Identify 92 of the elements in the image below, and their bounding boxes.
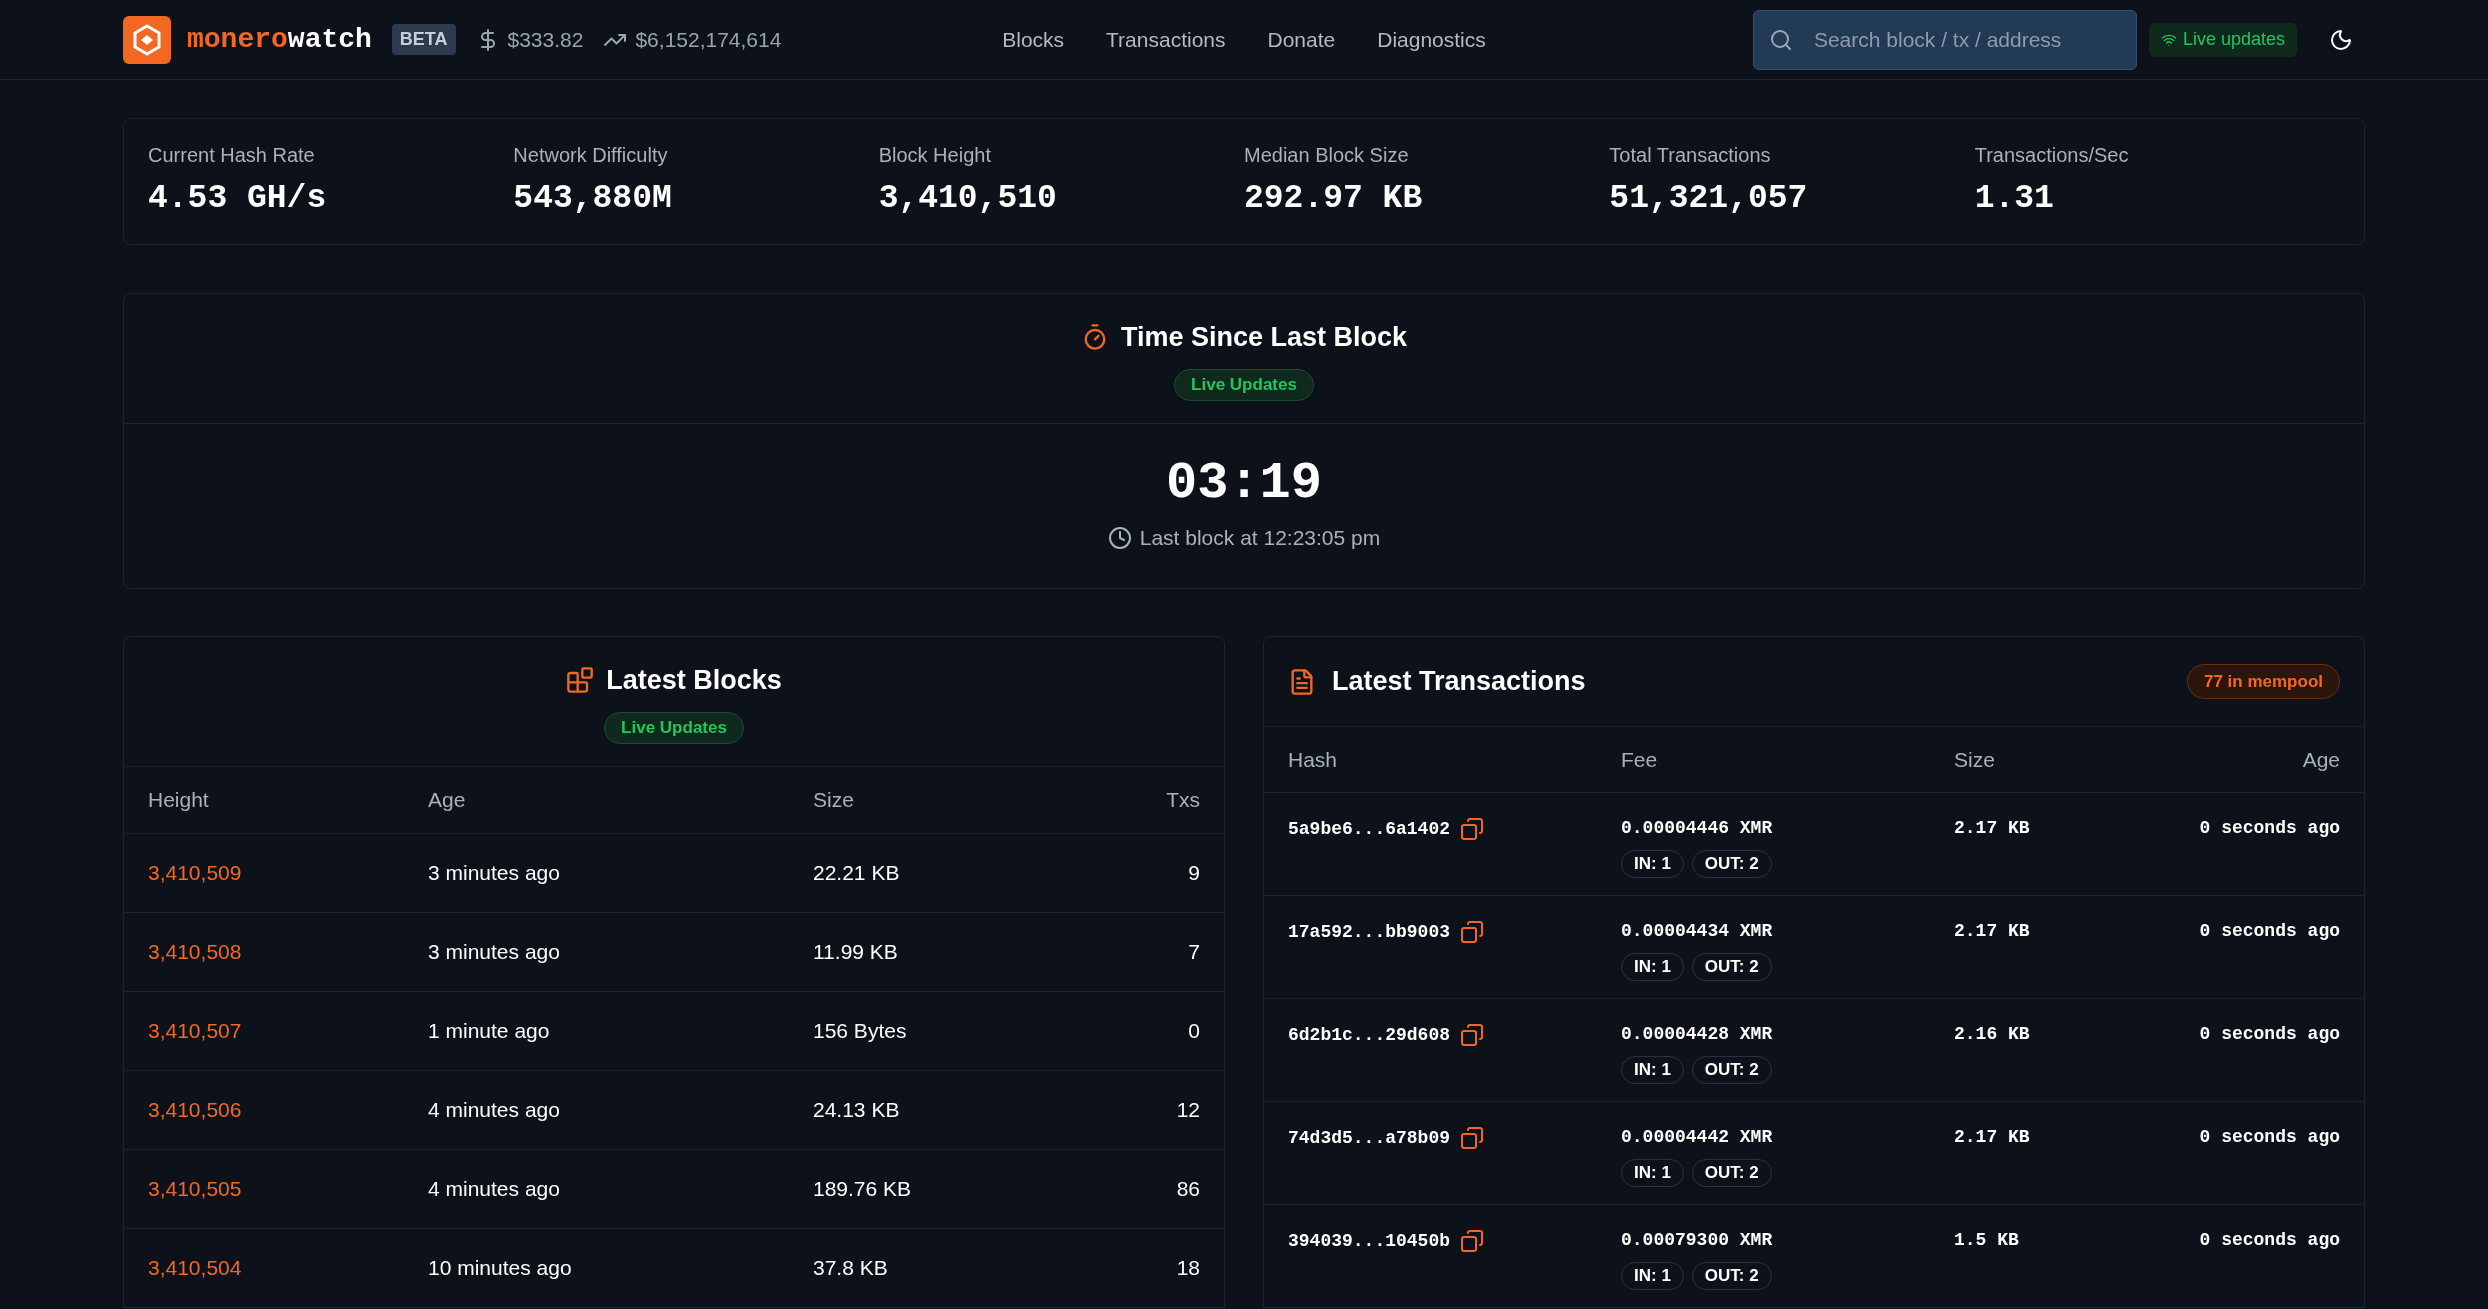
stat-value: 1.31 [1974, 178, 2055, 219]
table-cell-text: 2.17 KB [1954, 1126, 2031, 1149]
market-cap-text: $6,152,174,614 [635, 26, 782, 53]
stat-value: 51,321,057 [1609, 178, 1809, 219]
nav-link[interactable]: Diagnostics [1377, 23, 1486, 56]
table-cell-text: 7 [1188, 939, 1200, 966]
section-title: Latest Transactions [1332, 665, 1586, 699]
nav-link[interactable]: Transactions [1106, 23, 1226, 56]
stat-value: 4.53 GH/s [148, 178, 328, 219]
table-cell-text: 86 [1176, 1176, 1200, 1203]
table-cell-text: 9 [1188, 860, 1200, 887]
fee-value: 0.00004428 XMR [1621, 1023, 1773, 1046]
copy-icon [1460, 817, 1485, 841]
table-cell-text: 0 seconds ago [2198, 920, 2340, 943]
live-updates-badge: Live Updates [604, 712, 744, 744]
stat-value: 543,880M [513, 178, 673, 219]
table-cell-text: 24.13 KB [813, 1097, 900, 1124]
column-header: Height [148, 787, 210, 814]
transaction-hash[interactable]: 74d3d5...a78b09 [1288, 1124, 1451, 1152]
transaction-hash[interactable]: 394039...10450b [1288, 1227, 1451, 1255]
table-cell-text: 12 [1176, 1097, 1200, 1124]
fee-value: 0.00079300 XMR [1621, 1229, 1773, 1252]
table-cell-text: 3 minutes ago [428, 939, 560, 966]
stat-label: Transactions/Sec [1974, 142, 2130, 168]
fee-value: 0.00004446 XMR [1621, 817, 1773, 840]
live-updates-badge: Live updates [2148, 22, 2297, 57]
transaction-hash[interactable]: 6d2b1c...29d608 [1288, 1021, 1451, 1049]
copy-icon [1460, 1229, 1485, 1253]
table-cell-text: 189.76 KB [813, 1176, 912, 1203]
stat-label: Median Block Size [1244, 142, 1410, 168]
table-cell-text: 0 seconds ago [2198, 817, 2340, 840]
table-cell-text: 10 minutes ago [428, 1255, 572, 1282]
block-height-link[interactable]: 3,410,508 [148, 936, 242, 968]
column-header: Fee [1621, 746, 1659, 773]
search-icon [1768, 27, 1793, 52]
table-cell-text: 37.8 KB [813, 1255, 888, 1282]
block-height-link[interactable]: 3,410,504 [148, 1252, 242, 1284]
elapsed-timer: 03:19 [1166, 458, 1322, 511]
table-cell-text: 2.17 KB [1954, 817, 2031, 840]
column-header: Size [1954, 746, 1996, 773]
block-height-link[interactable]: 3,410,509 [148, 857, 242, 889]
mempool-badge: 77 in mempool [2186, 663, 2340, 700]
last-block-time: Last block at 12:23:05 pm [1139, 525, 1381, 552]
stat-label: Block Height [878, 142, 992, 168]
section-title: Latest Blocks [606, 663, 782, 697]
nav-link[interactable]: Donate [1267, 23, 1336, 56]
live-updates-badge: Live Updates [1174, 369, 1314, 401]
table-cell-text: 0 seconds ago [2198, 1126, 2340, 1149]
table-cell-text: 3 minutes ago [428, 860, 560, 887]
nav-link[interactable]: Blocks [1002, 23, 1065, 56]
table-cell-text: 1.5 KB [1954, 1229, 2020, 1252]
copy-icon [1460, 1023, 1485, 1047]
column-header: Size [813, 787, 855, 814]
clock-icon [1107, 526, 1132, 550]
table-cell-text: 22.21 KB [813, 860, 900, 887]
table-cell-text: 4 minutes ago [428, 1097, 560, 1124]
brand-logo-text[interactable]: monerowatch [187, 18, 372, 61]
stat-label: Network Difficulty [513, 142, 669, 168]
table-cell-text: 11.99 KB [813, 939, 898, 966]
table-cell-text: 4 minutes ago [428, 1176, 560, 1203]
block-height-link[interactable]: 3,410,506 [148, 1094, 242, 1126]
table-cell-text: 2.16 KB [1954, 1023, 2031, 1046]
transaction-hash[interactable]: 5a9be6...6a1402 [1288, 815, 1451, 843]
table-cell-text: 1 minute ago [428, 1018, 550, 1045]
block-height-link[interactable]: 3,410,507 [148, 1015, 242, 1047]
logo-icon [123, 15, 171, 64]
moon-icon [2329, 27, 2353, 52]
stat-value: 3,410,510 [878, 178, 1058, 219]
column-header: Age [2301, 746, 2340, 773]
copy-icon [1460, 920, 1485, 944]
section-title: Time Since Last Block [1120, 320, 1408, 354]
table-cell-text: 156 Bytes [813, 1018, 907, 1045]
price-text: $333.82 [507, 26, 584, 53]
column-header: Age [428, 787, 467, 814]
table-cell-text: 0 seconds ago [2198, 1023, 2340, 1046]
table-cell-text: 18 [1176, 1255, 1200, 1282]
fee-value: 0.00004442 XMR [1621, 1126, 1773, 1149]
column-header: Hash [1288, 746, 1339, 773]
fee-value: 0.00004434 XMR [1621, 920, 1773, 943]
copy-icon [1460, 1126, 1485, 1150]
stat-value: 292.97 KB [1244, 178, 1424, 219]
stat-label: Current Hash Rate [148, 142, 316, 168]
table-cell-text: 0 [1188, 1018, 1200, 1045]
blocks-icon [566, 665, 595, 694]
block-height-link[interactable]: 3,410,505 [148, 1173, 242, 1205]
column-header: Txs [1165, 787, 1200, 814]
table-cell-text: 2.17 KB [1954, 920, 2031, 943]
beta-badge: BETA [391, 24, 456, 55]
transaction-hash[interactable]: 17a592...bb9003 [1288, 918, 1451, 946]
table-cell-text: 0 seconds ago [2198, 1229, 2340, 1252]
stat-label: Total Transactions [1609, 142, 1772, 168]
search-field[interactable]: Search block / tx / address [1752, 9, 2137, 70]
